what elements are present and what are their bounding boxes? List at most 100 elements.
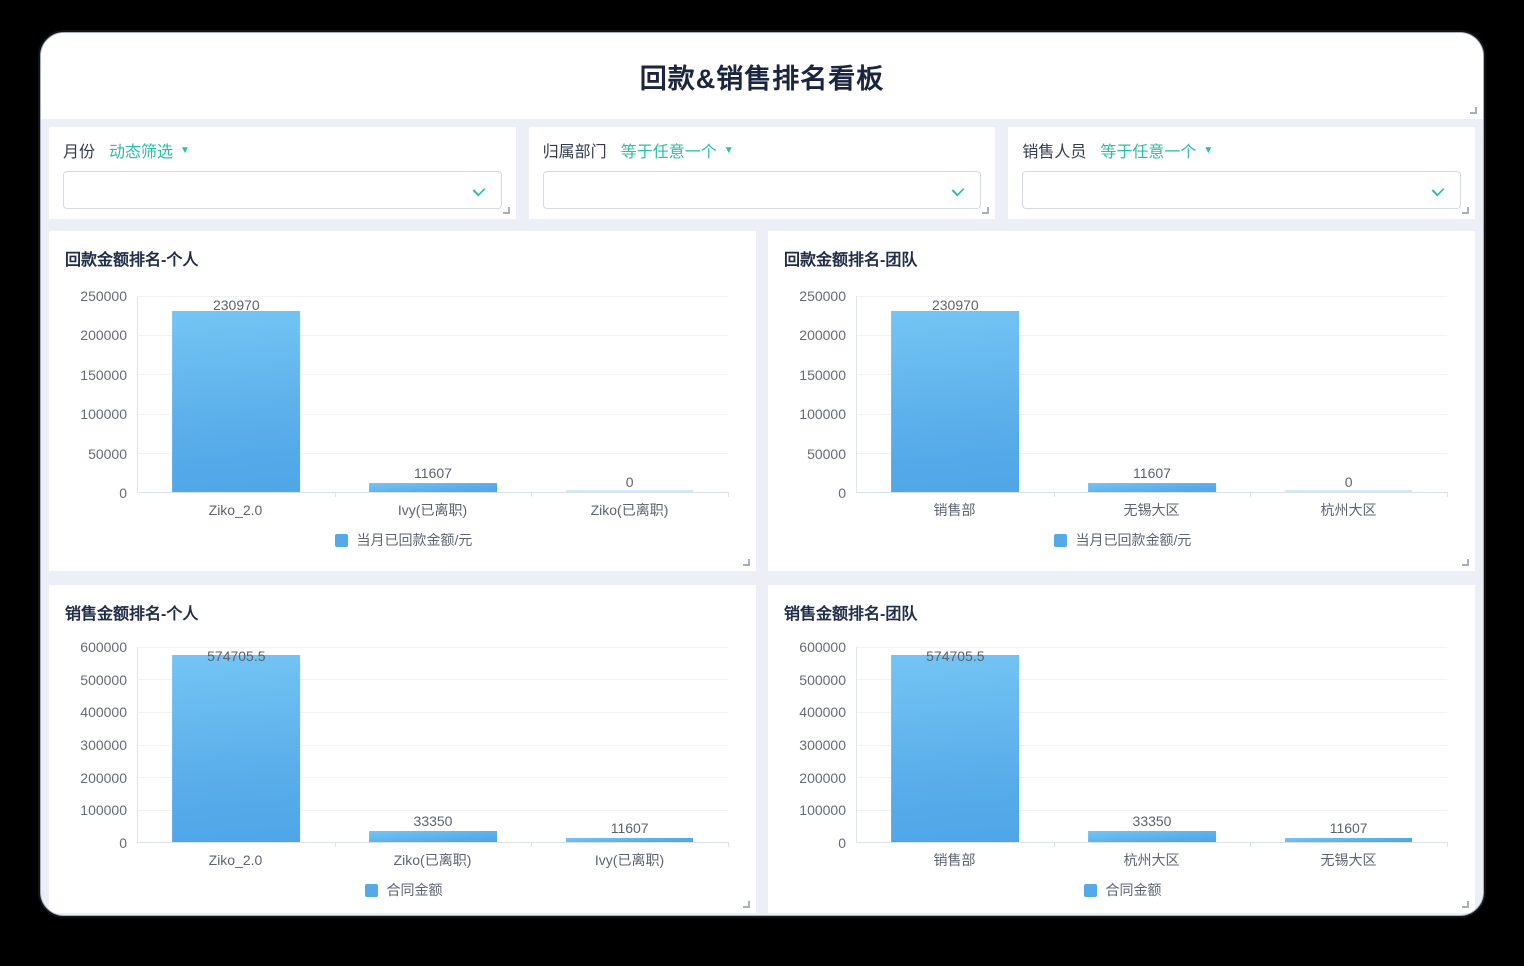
bar[interactable]: [891, 311, 1019, 492]
x-category-label: 无锡大区: [1250, 850, 1447, 870]
bar[interactable]: [1285, 838, 1413, 842]
y-tick-label: 600000: [80, 639, 127, 655]
x-category-label: Ivy(已离职): [531, 850, 728, 870]
legend-marker[interactable]: [365, 884, 378, 897]
y-tick-label: 600000: [799, 639, 846, 655]
legend-marker[interactable]: [1054, 534, 1067, 547]
x-category-label: Ziko(已离职): [531, 500, 728, 520]
resize-corner-icon[interactable]: [503, 207, 510, 214]
resize-corner-icon[interactable]: [1462, 901, 1469, 908]
plot-area: 2500002000001500001000005000002309701160…: [65, 296, 742, 493]
bar-value-label: 11607: [611, 820, 649, 836]
resize-corner-icon[interactable]: [743, 559, 750, 566]
chart-body: 2500002000001500001000005000002309701160…: [65, 296, 742, 551]
x-axis-tick: [335, 492, 336, 497]
legend-label[interactable]: 当月已回款金额/元: [357, 530, 473, 550]
month-select[interactable]: [63, 171, 502, 209]
legend-label[interactable]: 合同金额: [387, 880, 443, 900]
x-axis-tick: [1250, 492, 1251, 497]
x-axis-tick: [728, 492, 729, 497]
filter-operator-link[interactable]: 动态筛选 ▼: [109, 138, 190, 162]
filter-head: 归属部门 等于任意一个 ▼: [543, 140, 982, 160]
y-tick-label: 500000: [80, 672, 127, 688]
chart-title: 回款金额排名-团队: [784, 246, 1461, 270]
chart-title: 销售金额排名-团队: [784, 600, 1461, 624]
bar[interactable]: [369, 831, 497, 842]
y-tick-label: 250000: [799, 288, 846, 304]
resize-corner-icon[interactable]: [1470, 107, 1477, 114]
filter-operator-text: 动态筛选: [109, 138, 173, 162]
legend: 当月已回款金额/元: [784, 529, 1461, 551]
y-tick-label: 100000: [799, 802, 846, 818]
y-tick-label: 250000: [80, 288, 127, 304]
chevron-down-icon: [952, 184, 965, 197]
filter-operator-text: 等于任意一个: [621, 138, 717, 162]
x-axis-tick: [1447, 842, 1448, 847]
bar[interactable]: [566, 838, 694, 842]
bar-value-label: 33350: [1133, 813, 1172, 829]
bar-value-label: 230970: [213, 297, 260, 313]
bar[interactable]: [566, 490, 694, 492]
filter-card-department: 归属部门 等于任意一个 ▼: [529, 127, 996, 219]
filter-row: 月份 动态筛选 ▼ 归属部门 等于任意一个 ▼: [49, 127, 1475, 219]
bar[interactable]: [172, 655, 300, 842]
x-axis-tick: [531, 842, 532, 847]
bar[interactable]: [1285, 490, 1413, 492]
y-tick-label: 50000: [807, 446, 846, 462]
y-tick-label: 200000: [80, 770, 127, 786]
chart-panel-sales-individual: 销售金额排名-个人6000005000004000003000002000001…: [49, 585, 756, 913]
plot-area: 6000005000004000003000002000001000000574…: [65, 647, 742, 843]
bar[interactable]: [1088, 483, 1216, 492]
resize-corner-icon[interactable]: [743, 901, 750, 908]
plot-canvas: 574705.53335011607: [137, 647, 728, 843]
x-axis-tick: [1054, 842, 1055, 847]
salesperson-select[interactable]: [1022, 171, 1461, 209]
bar-value-label: 0: [1345, 474, 1353, 490]
charts-row-1: 回款金额排名-个人2500002000001500001000005000002…: [49, 231, 1475, 571]
chevron-down-icon: [472, 184, 485, 197]
x-axis-tick: [335, 842, 336, 847]
x-axis-labels: 销售部杭州大区无锡大区: [856, 843, 1447, 877]
y-tick-label: 100000: [80, 406, 127, 422]
chart-body: 2500002000001500001000005000002309701160…: [784, 296, 1461, 551]
chevron-down-icon: [1432, 184, 1445, 197]
resize-corner-icon[interactable]: [982, 207, 989, 214]
filter-card-salesperson: 销售人员 等于任意一个 ▼: [1008, 127, 1475, 219]
y-tick-label: 0: [119, 835, 127, 851]
bar-value-label: 11607: [1133, 465, 1171, 481]
y-tick-label: 0: [119, 485, 127, 501]
bar[interactable]: [1088, 831, 1216, 842]
resize-corner-icon[interactable]: [1462, 559, 1469, 566]
x-category-label: 杭州大区: [1053, 850, 1250, 870]
filter-operator-text: 等于任意一个: [1100, 138, 1196, 162]
plot-area: 6000005000004000003000002000001000000574…: [784, 647, 1461, 843]
x-category-label: 销售部: [856, 850, 1053, 870]
filter-operator-link[interactable]: 等于任意一个 ▼: [621, 138, 734, 162]
dashboard-window: 回款&销售排名看板 月份 动态筛选 ▼ 归属部门 等于任意一个: [40, 32, 1484, 916]
bar[interactable]: [172, 311, 300, 492]
x-axis-labels: Ziko_2.0Ziko(已离职)Ivy(已离职): [137, 843, 728, 877]
department-select[interactable]: [543, 171, 982, 209]
resize-corner-icon[interactable]: [1462, 207, 1469, 214]
caret-down-icon: ▼: [180, 144, 190, 156]
filter-head: 月份 动态筛选 ▼: [63, 140, 502, 160]
y-axis: 250000200000150000100000500000: [784, 296, 856, 493]
y-tick-label: 0: [838, 485, 846, 501]
x-category-label: Ivy(已离职): [334, 500, 531, 520]
legend-marker[interactable]: [1084, 884, 1097, 897]
bar[interactable]: [369, 483, 497, 492]
y-tick-label: 400000: [799, 704, 846, 720]
legend-label[interactable]: 当月已回款金额/元: [1076, 530, 1192, 550]
legend-label[interactable]: 合同金额: [1106, 880, 1162, 900]
legend-marker[interactable]: [335, 534, 348, 547]
y-tick-label: 0: [838, 835, 846, 851]
y-tick-label: 500000: [799, 672, 846, 688]
bar[interactable]: [891, 655, 1019, 842]
bar-value-label: 574705.5: [207, 648, 265, 664]
filter-operator-link[interactable]: 等于任意一个 ▼: [1100, 138, 1213, 162]
plot-canvas: 574705.53335011607: [856, 647, 1447, 843]
x-axis-labels: 销售部无锡大区杭州大区: [856, 493, 1447, 527]
filter-label: 销售人员: [1022, 138, 1086, 162]
chart-panel-sales-team: 销售金额排名-团队6000005000004000003000002000001…: [768, 585, 1475, 913]
chart-panel-payment-individual: 回款金额排名-个人2500002000001500001000005000002…: [49, 231, 756, 571]
